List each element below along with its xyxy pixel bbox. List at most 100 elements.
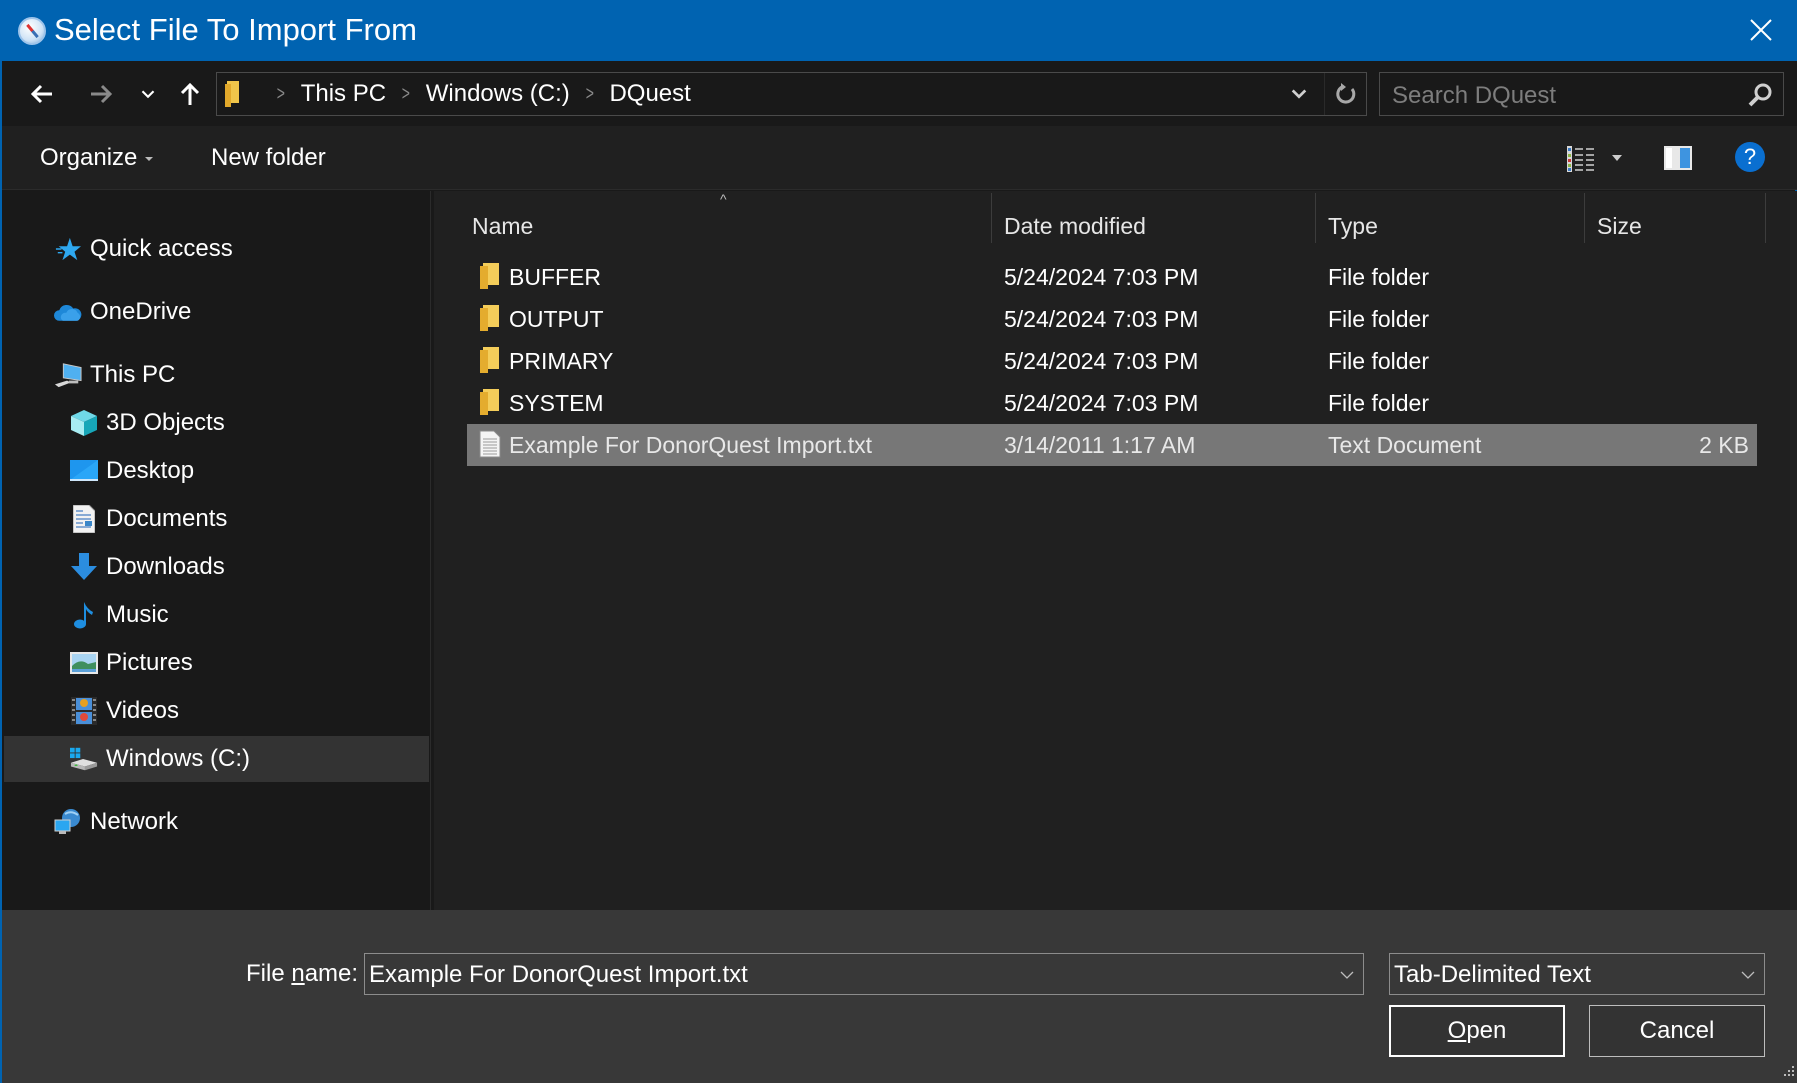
file-name-label: File name: xyxy=(246,960,359,987)
file-name-input[interactable]: Example For DonorQuest Import.txt xyxy=(364,953,1364,995)
file-date-modified: 5/24/2024 7:03 PM xyxy=(1004,389,1199,416)
column-divider[interactable] xyxy=(991,193,992,243)
caret-down-icon xyxy=(145,156,154,161)
sidebar-item-quick-access[interactable]: Quick access xyxy=(4,226,429,272)
arrow-right-icon xyxy=(91,84,113,104)
file-row[interactable]: SYSTEM 5/24/2024 7:03 PM File folder xyxy=(467,382,1757,424)
file-name: BUFFER xyxy=(509,263,601,290)
sidebar-item-pictures[interactable]: Pictures xyxy=(4,640,429,686)
title-bar: Select File To Import From xyxy=(2,0,1797,61)
folder-icon xyxy=(480,305,499,331)
file-type-value: Tab-Delimited Text xyxy=(1394,961,1591,988)
network-icon xyxy=(54,808,82,836)
sidebar-item-desktop[interactable]: Desktop xyxy=(4,448,429,494)
compass-icon xyxy=(18,17,46,45)
view-options-dropdown[interactable] xyxy=(1612,155,1622,161)
sidebar-item-downloads[interactable]: Downloads xyxy=(4,544,429,590)
chevron-down-icon xyxy=(1291,89,1307,99)
file-type: File folder xyxy=(1328,263,1429,290)
text-file-icon xyxy=(479,430,501,458)
sidebar-item-label: Network xyxy=(90,808,179,835)
file-row[interactable]: BUFFER 5/24/2024 7:03 PM File folder xyxy=(467,256,1757,298)
details-view-icon[interactable] xyxy=(1567,146,1595,172)
column-divider[interactable] xyxy=(1584,193,1585,243)
file-open-dialog: Select File To Import From > This PC > W… xyxy=(0,0,1797,1083)
breadcrumb-windows-c[interactable]: Windows (C:) xyxy=(426,80,570,108)
breadcrumb-dquest[interactable]: DQuest xyxy=(609,80,690,108)
column-divider[interactable] xyxy=(1315,193,1316,243)
file-type: Text Document xyxy=(1328,431,1482,458)
sidebar-item-music[interactable]: Music xyxy=(4,592,429,638)
sidebar-item-network[interactable]: Network xyxy=(4,799,429,845)
file-date-modified: 3/14/2011 1:17 AM xyxy=(1004,431,1196,458)
resize-grip-icon[interactable] xyxy=(1781,1065,1795,1079)
sidebar-item-label: Videos xyxy=(106,697,179,724)
sidebar-item-label: Music xyxy=(106,601,169,628)
organize-button[interactable]: Organize xyxy=(40,144,154,172)
star-icon xyxy=(54,235,82,263)
file-type: File folder xyxy=(1328,347,1429,374)
window-title: Select File To Import From xyxy=(54,12,417,47)
folder-icon xyxy=(480,347,499,373)
address-row: > This PC > Windows (C:) > DQuest Search… xyxy=(2,61,1797,126)
sidebar-item-this-pc[interactable]: This PC xyxy=(4,352,429,398)
folder-icon xyxy=(225,81,239,107)
desktop-icon xyxy=(70,457,98,485)
close-icon xyxy=(1750,19,1772,41)
file-row[interactable]: OUTPUT 5/24/2024 7:03 PM File folder xyxy=(467,298,1757,340)
column-header-size[interactable]: Size xyxy=(1597,203,1757,249)
recent-locations-button[interactable] xyxy=(130,77,166,111)
sidebar-item-documents[interactable]: Documents xyxy=(4,496,429,542)
sidebar-item-label: Documents xyxy=(106,505,228,532)
column-header-date-modified[interactable]: Date modified xyxy=(1004,203,1314,249)
help-button[interactable]: ? xyxy=(1735,142,1765,172)
refresh-button[interactable] xyxy=(1324,73,1366,115)
folder-icon xyxy=(480,389,499,415)
file-row[interactable]: Example For DonorQuest Import.txt 3/14/20… xyxy=(467,424,1757,466)
arrow-up-icon xyxy=(180,82,200,105)
sidebar-item-videos[interactable]: Videos xyxy=(4,688,429,734)
chevron-down-icon xyxy=(141,90,155,99)
document-icon xyxy=(70,505,98,533)
file-list: ^ Name Date modified Type Size BUFFER 5/2… xyxy=(434,191,1797,910)
download-arrow-icon xyxy=(70,553,98,581)
search-input[interactable]: Search DQuest xyxy=(1379,72,1784,116)
up-button[interactable] xyxy=(172,77,208,111)
address-history-dropdown[interactable] xyxy=(1282,73,1316,115)
file-type-select[interactable]: Tab-Delimited Text xyxy=(1389,953,1765,995)
file-row[interactable]: PRIMARY 5/24/2024 7:03 PM File folder xyxy=(467,340,1757,382)
folder-icon xyxy=(480,263,499,289)
chevron-down-icon[interactable] xyxy=(1339,967,1355,983)
column-header-name[interactable]: Name xyxy=(472,203,987,249)
file-type: File folder xyxy=(1328,305,1429,332)
forward-button[interactable] xyxy=(83,77,119,111)
picture-icon xyxy=(70,649,98,677)
search-placeholder: Search DQuest xyxy=(1392,82,1557,109)
column-divider[interactable] xyxy=(1765,193,1766,243)
file-name: Example For DonorQuest Import.txt xyxy=(509,431,873,458)
file-name: PRIMARY xyxy=(509,347,614,374)
breadcrumb-this-pc[interactable]: This PC xyxy=(301,80,386,108)
file-date-modified: 5/24/2024 7:03 PM xyxy=(1004,305,1199,332)
back-button[interactable] xyxy=(24,77,60,111)
sidebar-item-onedrive[interactable]: OneDrive xyxy=(4,289,429,335)
column-header-type[interactable]: Type xyxy=(1328,203,1588,249)
open-button[interactable]: Open xyxy=(1389,1005,1565,1057)
search-icon xyxy=(1748,83,1772,107)
close-button[interactable] xyxy=(1723,0,1797,60)
file-type: File folder xyxy=(1328,389,1429,416)
cancel-button[interactable]: Cancel xyxy=(1589,1005,1765,1057)
breadcrumb-separator-icon: > xyxy=(276,82,285,105)
file-size: 2 KB xyxy=(1699,431,1749,458)
computer-icon xyxy=(54,361,82,389)
sidebar-item-windows-c[interactable]: Windows (C:) xyxy=(4,736,429,782)
cube-icon xyxy=(70,409,98,437)
address-bar[interactable]: > This PC > Windows (C:) > DQuest xyxy=(216,72,1367,116)
file-name: OUTPUT xyxy=(509,305,604,332)
sidebar-item-3d-objects[interactable]: 3D Objects xyxy=(4,400,429,446)
file-name-value: Example For DonorQuest Import.txt xyxy=(369,961,748,988)
new-folder-button[interactable]: New folder xyxy=(211,144,326,172)
preview-pane-icon[interactable] xyxy=(1664,146,1692,170)
sidebar-item-label: Downloads xyxy=(106,553,225,580)
organize-label: Organize xyxy=(40,144,138,171)
